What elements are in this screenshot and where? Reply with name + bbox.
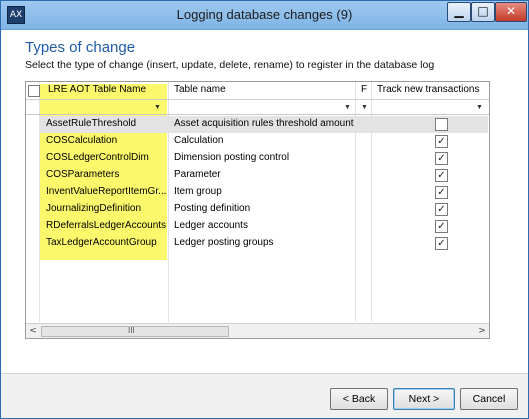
next-button[interactable]: Next > xyxy=(393,388,455,410)
table-row[interactable]: InventValueReportItemGr... Item group ✓ xyxy=(40,184,488,201)
table-name-cell[interactable]: Ledger accounts xyxy=(174,218,354,234)
maximize-button[interactable]: □ xyxy=(471,2,495,22)
table-row[interactable]: AssetRuleThreshold Asset acquisition rule… xyxy=(40,116,488,133)
grid-header: LRE AOT Table Name Table name F Track ne… xyxy=(26,82,489,100)
scroll-left-icon[interactable]: < xyxy=(26,324,40,338)
column-header-table-name[interactable]: Table name xyxy=(174,82,352,98)
filter-row: ▼ ▼ ▼ ▼ xyxy=(26,100,489,115)
aot-table-name-cell[interactable]: InventValueReportItemGr... xyxy=(46,184,166,200)
table-name-cell[interactable]: Posting definition xyxy=(174,201,354,217)
dialog-window: AX Logging database changes (9) ▁ □ ✕ Ty… xyxy=(0,0,529,419)
table-name-cell[interactable]: Ledger posting groups xyxy=(174,235,354,251)
page-subtitle: Select the type of change (insert, updat… xyxy=(25,59,435,71)
aot-table-name-cell[interactable]: COSParameters xyxy=(46,167,166,183)
table-name-cell[interactable]: Calculation xyxy=(174,133,354,149)
filter-dropdown-icon[interactable]: ▼ xyxy=(361,104,368,112)
track-new-transactions-checkbox[interactable]: ✓ xyxy=(435,152,448,165)
aot-table-name-cell[interactable]: RDeferralsLedgerAccounts xyxy=(46,218,166,234)
table-name-cell[interactable]: Dimension posting control xyxy=(174,150,354,166)
track-new-transactions-checkbox[interactable]: ✓ xyxy=(435,169,448,182)
table-row[interactable]: COSParameters Parameter ✓ xyxy=(40,167,488,184)
button-bar: < Back Next > Cancel xyxy=(1,373,528,418)
minimize-button[interactable]: ▁ xyxy=(447,2,471,22)
filter-dropdown-icon[interactable]: ▼ xyxy=(154,104,161,112)
column-header-track-new-transactions[interactable]: Track new transactions xyxy=(377,82,487,98)
table-row[interactable]: COSCalculation Calculation ✓ xyxy=(40,133,488,150)
column-header-aot-table-name[interactable]: LRE AOT Table Name xyxy=(48,82,166,98)
track-new-transactions-checkbox[interactable] xyxy=(435,118,448,131)
scrollbar-thumb[interactable]: III xyxy=(41,326,229,337)
aot-table-name-cell[interactable]: TaxLedgerAccountGroup xyxy=(46,235,166,251)
track-new-transactions-checkbox[interactable]: ✓ xyxy=(435,220,448,233)
table-row[interactable]: TaxLedgerAccountGroup Ledger posting grou… xyxy=(40,235,488,252)
track-new-transactions-checkbox[interactable]: ✓ xyxy=(435,135,448,148)
aot-table-name-cell[interactable]: AssetRuleThreshold xyxy=(46,116,166,132)
aot-table-name-cell[interactable]: COSLedgerControlDim xyxy=(46,150,166,166)
table-name-cell[interactable]: Asset acquisition rules threshold amount xyxy=(174,116,354,132)
back-button[interactable]: < Back xyxy=(330,388,388,410)
track-new-transactions-checkbox[interactable]: ✓ xyxy=(435,237,448,250)
grip-icon: III xyxy=(128,326,135,335)
select-all-checkbox[interactable] xyxy=(28,85,40,97)
scroll-right-icon[interactable]: > xyxy=(475,324,489,338)
table-row[interactable]: COSLedgerControlDim Dimension posting con… xyxy=(40,150,488,167)
horizontal-scrollbar[interactable]: < III > xyxy=(26,323,489,338)
track-new-transactions-checkbox[interactable]: ✓ xyxy=(435,203,448,216)
page-heading: Types of change xyxy=(25,39,136,56)
filter-dropdown-icon[interactable]: ▼ xyxy=(476,104,483,112)
column-header-f[interactable]: F xyxy=(361,82,371,98)
title-bar[interactable]: AX Logging database changes (9) ▁ □ ✕ xyxy=(1,1,528,30)
table-name-cell[interactable]: Item group xyxy=(174,184,354,200)
close-button[interactable]: ✕ xyxy=(495,2,527,22)
table-row[interactable]: RDeferralsLedgerAccounts Ledger accounts ✓ xyxy=(40,218,488,235)
aot-table-name-cell[interactable]: JournalizingDefinition xyxy=(46,201,166,217)
tables-grid[interactable]: LRE AOT Table Name Table name F Track ne… xyxy=(25,81,490,339)
track-new-transactions-checkbox[interactable]: ✓ xyxy=(435,186,448,199)
filter-dropdown-icon[interactable]: ▼ xyxy=(344,104,351,112)
aot-table-name-cell[interactable]: COSCalculation xyxy=(46,133,166,149)
table-row[interactable]: JournalizingDefinition Posting definition… xyxy=(40,201,488,218)
cancel-button[interactable]: Cancel xyxy=(460,388,518,410)
table-name-cell[interactable]: Parameter xyxy=(174,167,354,183)
